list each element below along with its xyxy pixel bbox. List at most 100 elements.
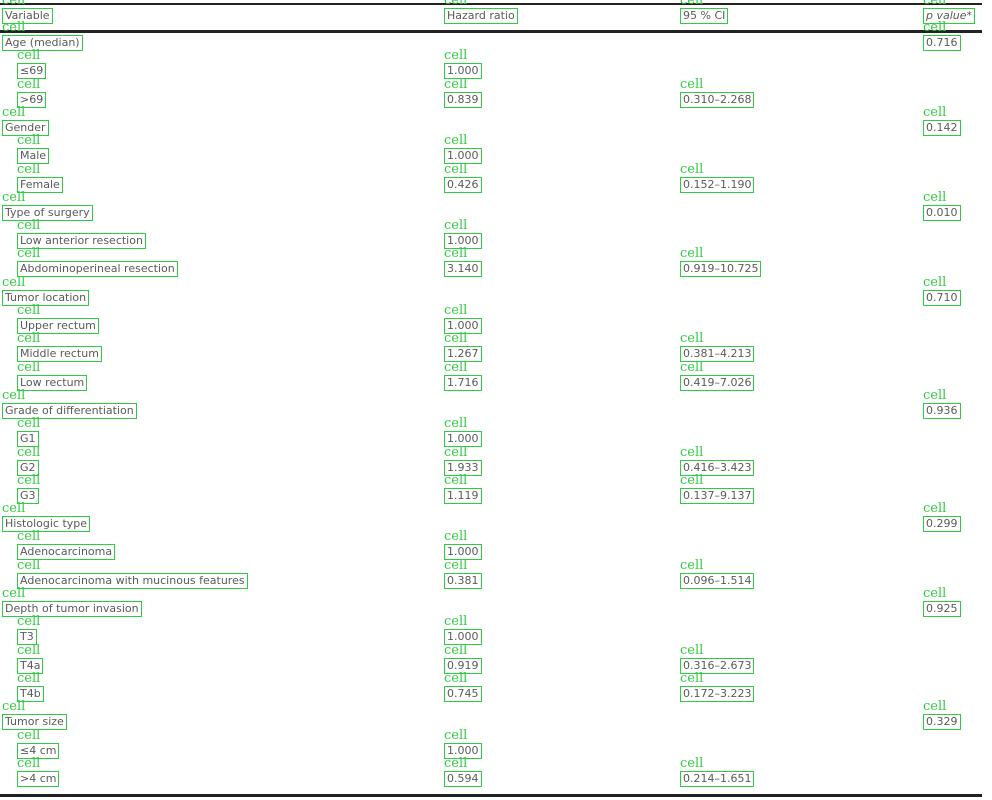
cell-marker: cell — [923, 0, 947, 8]
p-value-cell: 0.925 — [923, 601, 961, 617]
cell-marker: cell — [680, 331, 704, 346]
cell-marker: cell — [923, 20, 947, 35]
ci-cell: 0.152–1.190 — [680, 177, 755, 193]
hazard-ratio-cell: 0.745 — [444, 686, 482, 702]
row-group-label: Type of surgery — [2, 205, 93, 221]
cell-marker: cell — [444, 614, 468, 629]
p-value-cell: 0.142 — [923, 120, 961, 136]
cell-marker: cell — [923, 586, 947, 601]
hazard-ratio-cell: 0.839 — [444, 92, 482, 108]
p-value-cell: 0.010 — [923, 205, 961, 221]
cell-marker: cell — [17, 303, 41, 318]
hazard-ratio-cell: 0.381 — [444, 573, 482, 589]
cell-marker: cell — [680, 0, 704, 8]
cell-marker: cell — [2, 501, 26, 516]
cell-marker: cell — [2, 0, 26, 8]
cell-marker: cell — [444, 529, 468, 544]
p-value-cell: 0.329 — [923, 714, 961, 730]
ci-cell: 0.137–9.137 — [680, 488, 755, 504]
row-sub-label: Abdominoperineal resection — [17, 261, 178, 277]
cell-marker: cell — [2, 699, 26, 714]
cell-marker: cell — [2, 388, 26, 403]
cell-marker: cell — [17, 416, 41, 431]
cell-marker: cell — [444, 162, 468, 177]
cell-marker: cell — [680, 643, 704, 658]
ci-cell: 0.310–2.268 — [680, 92, 755, 108]
row-sub-label: Low rectum — [17, 375, 88, 391]
cell-marker: cell — [680, 162, 704, 177]
cell-marker: cell — [17, 529, 41, 544]
hazard-ratio-cell: 1.119 — [444, 488, 482, 504]
cell-marker: cell — [444, 756, 468, 771]
cell-marker: cell — [17, 671, 41, 686]
cell-marker: cell — [444, 0, 468, 8]
cell-marker: cell — [444, 303, 468, 318]
hazard-ratio-cell: 3.140 — [444, 261, 482, 277]
row-group-label: Histologic type — [2, 516, 91, 532]
cell-marker: cell — [680, 445, 704, 460]
p-value-cell: 0.710 — [923, 290, 961, 306]
hazard-ratio-cell: 1.716 — [444, 375, 482, 391]
cell-marker: cell — [2, 275, 26, 290]
cell-marker: cell — [923, 275, 947, 290]
row-group-label: Age (median) — [2, 35, 83, 51]
cell-marker: cell — [680, 246, 704, 261]
cell-marker: cell — [17, 77, 41, 92]
cell-marker: cell — [17, 445, 41, 460]
cell-marker: cell — [680, 671, 704, 686]
cell-marker: cell — [17, 246, 41, 261]
ci-cell: 0.919–10.725 — [680, 261, 762, 277]
cell-marker: cell — [17, 614, 41, 629]
cell-marker: cell — [444, 416, 468, 431]
row-sub-label: >4 cm — [17, 771, 60, 787]
cell-marker: cell — [2, 586, 26, 601]
cell-marker: cell — [444, 331, 468, 346]
cell-marker: cell — [680, 756, 704, 771]
cell-marker: cell — [17, 728, 41, 743]
cell-marker: cell — [2, 20, 26, 35]
cell-marker: cell — [17, 331, 41, 346]
cell-marker: cell — [444, 246, 468, 261]
cell-marker: cell — [17, 218, 41, 233]
cell-marker: cell — [2, 105, 26, 120]
ci-cell: 0.096–1.514 — [680, 573, 755, 589]
cell-marker: cell — [923, 388, 947, 403]
cell-marker: cell — [17, 756, 41, 771]
cell-marker: cell — [444, 671, 468, 686]
hazard-ratio-cell: 0.594 — [444, 771, 482, 787]
table-body: cell cell cell cell cell Age (median) cell 0.71… — [0, 0, 992, 800]
cell-marker: cell — [17, 133, 41, 148]
ci-cell: 0.419–7.026 — [680, 375, 755, 391]
cell-marker: cell — [923, 501, 947, 516]
ci-cell: 0.172–3.223 — [680, 686, 755, 702]
row-sub-label: Adenocarcinoma with mucinous features — [17, 573, 248, 589]
cell-marker: cell — [444, 473, 468, 488]
cell-marker: cell — [923, 699, 947, 714]
cell-marker: cell — [444, 48, 468, 63]
cell-marker: cell — [17, 360, 41, 375]
cell-marker: cell — [923, 190, 947, 205]
cell-marker: cell — [444, 77, 468, 92]
cell-marker: cell — [923, 105, 947, 120]
cell-marker: cell — [680, 473, 704, 488]
cell-marker: cell — [17, 558, 41, 573]
cell-marker: cell — [444, 360, 468, 375]
ci-cell: 0.214–1.651 — [680, 771, 755, 787]
cell-marker: cell — [444, 133, 468, 148]
cell-marker: cell — [444, 218, 468, 233]
cell-marker: cell — [680, 77, 704, 92]
cell-marker: cell — [17, 48, 41, 63]
cell-marker: cell — [444, 643, 468, 658]
p-value-cell: 0.716 — [923, 35, 961, 51]
cell-marker: cell — [17, 162, 41, 177]
cell-marker: cell — [444, 728, 468, 743]
cell-marker: cell — [444, 445, 468, 460]
hazard-ratio-cell: 0.426 — [444, 177, 482, 193]
cell-marker: cell — [2, 190, 26, 205]
p-value-cell: 0.936 — [923, 403, 961, 419]
cell-marker: cell — [17, 473, 41, 488]
row-group-label: Tumor location — [2, 290, 90, 306]
cell-marker: cell — [444, 558, 468, 573]
cell-marker: cell — [680, 360, 704, 375]
cell-marker: cell — [680, 558, 704, 573]
